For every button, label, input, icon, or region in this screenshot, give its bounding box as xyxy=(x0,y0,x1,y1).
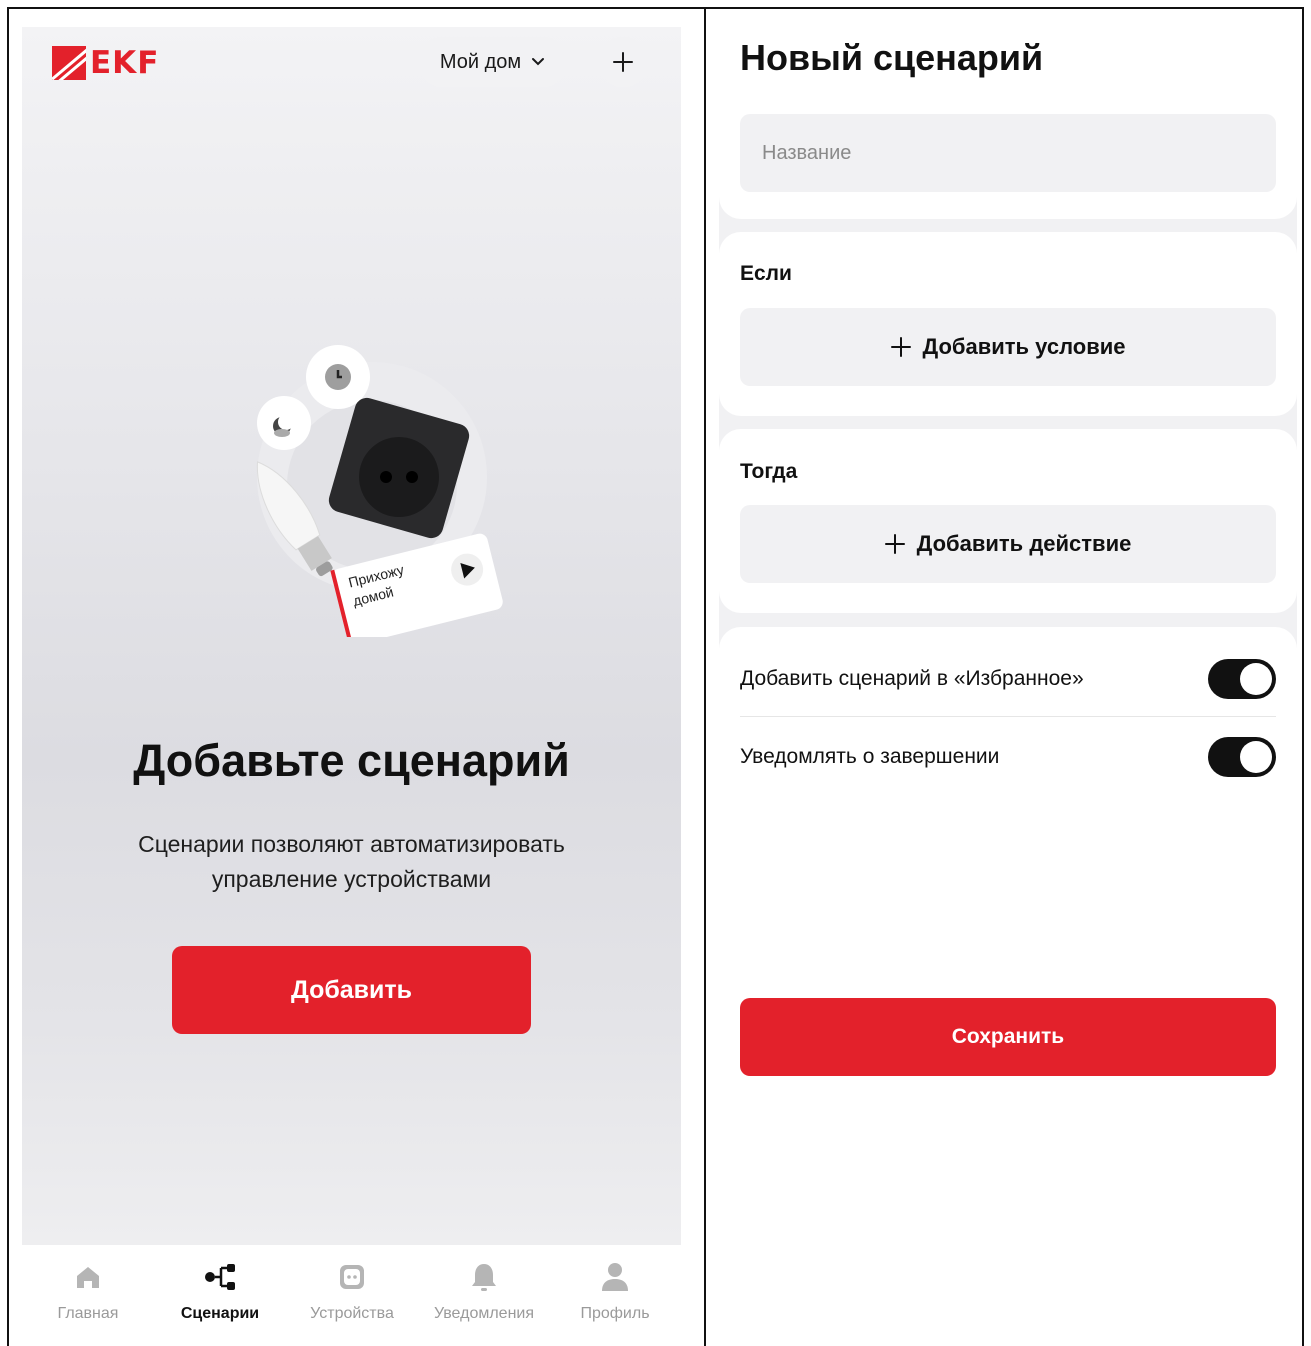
tab-scenarios[interactable]: Сценарии xyxy=(154,1259,286,1323)
home-selector[interactable]: Мой дом xyxy=(418,37,567,87)
frame-divider xyxy=(704,7,706,1346)
frame-top-border xyxy=(7,7,1304,9)
tab-label: Уведомления xyxy=(433,1305,535,1322)
hero-subtitle: Сценарии позволяют автоматизировать упра… xyxy=(82,827,621,897)
hero-subtitle-line: Сценарии позволяют автоматизировать xyxy=(138,831,565,857)
tab-label: Устройства xyxy=(310,1305,394,1322)
add-action-label: Добавить действие xyxy=(916,531,1132,556)
hero-subtitle-line: управление устройствами xyxy=(211,866,492,892)
toggle-knob xyxy=(1240,741,1272,773)
add-scenario-button[interactable]: Добавить xyxy=(172,946,531,1034)
save-button[interactable]: Сохранить xyxy=(740,998,1276,1076)
scenarios-icon xyxy=(205,1264,235,1290)
tab-label: Главная xyxy=(57,1305,119,1322)
tab-notifications[interactable]: Уведомления xyxy=(418,1259,550,1323)
add-condition-label: Добавить условие xyxy=(922,334,1126,359)
chevron-down-icon xyxy=(531,54,545,70)
tab-home[interactable]: Главная xyxy=(22,1259,154,1323)
frame-left-border xyxy=(7,7,9,1346)
logo-text: EKF xyxy=(90,45,160,81)
ekf-logo-mark-icon xyxy=(52,46,86,80)
notify-setting-label: Уведомлять о завершении xyxy=(740,745,1000,768)
notify-setting-row: Уведомлять о завершении xyxy=(740,737,1276,777)
page-title: Новый сценарий xyxy=(740,37,1044,78)
bell-icon xyxy=(472,1264,496,1291)
tab-label: Сценарии xyxy=(180,1305,260,1322)
profile-icon xyxy=(602,1263,628,1291)
moon-icon xyxy=(257,396,311,450)
add-condition-button[interactable]: Добавить условие xyxy=(740,308,1276,386)
then-label: Тогда xyxy=(740,460,798,483)
favorite-setting-row: Добавить сценарий в «Избранное» xyxy=(740,659,1276,699)
tab-label: Профиль xyxy=(580,1305,650,1322)
plus-icon xyxy=(613,52,633,72)
clock-icon xyxy=(306,345,370,409)
home-icon xyxy=(77,1267,99,1288)
scenario-name-input[interactable] xyxy=(740,114,1276,192)
tab-devices[interactable]: Устройства xyxy=(286,1259,418,1323)
favorite-toggle[interactable] xyxy=(1208,659,1276,699)
scenarios-empty-screen: EKF Мой дом Прихожу домой Добавьте сцена… xyxy=(22,27,681,1346)
add-button[interactable] xyxy=(598,37,648,87)
settings-card xyxy=(719,627,1297,1346)
devices-icon xyxy=(340,1265,364,1289)
new-scenario-screen: Новый сценарий Если Добавить условие Тог… xyxy=(719,27,1297,1346)
plus-icon xyxy=(884,534,905,554)
add-action-button[interactable]: Добавить действие xyxy=(740,505,1276,583)
if-label: Если xyxy=(740,262,792,285)
plus-icon xyxy=(890,337,911,357)
tab-profile[interactable]: Профиль xyxy=(549,1259,681,1323)
notify-toggle[interactable] xyxy=(1208,737,1276,777)
home-selector-label: Мой дом xyxy=(439,50,522,73)
frame-right-border xyxy=(1302,7,1304,1346)
toggle-knob xyxy=(1240,663,1272,695)
settings-divider xyxy=(740,716,1276,717)
scenario-illustration: Прихожу домой xyxy=(222,337,522,647)
ekf-logo: EKF xyxy=(52,45,159,81)
bottom-tab-bar: Главная Сценарии Устройства Уведомления … xyxy=(22,1245,681,1346)
hero-title: Добавьте сценарий xyxy=(133,735,570,786)
favorite-setting-label: Добавить сценарий в «Избранное» xyxy=(740,667,1084,690)
